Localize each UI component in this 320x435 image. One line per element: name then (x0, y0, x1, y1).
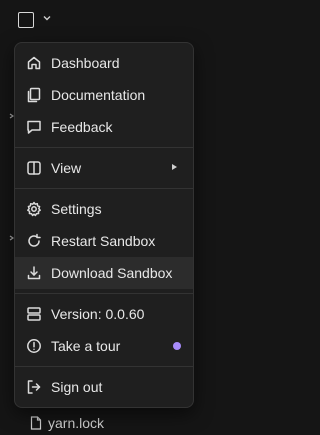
menu-item-take-a-tour[interactable]: Take a tour (15, 330, 193, 362)
menu-item-settings[interactable]: Settings (15, 193, 193, 225)
split-view-icon (25, 159, 43, 177)
menu-item-label: Download Sandbox (51, 265, 173, 281)
file-icon (30, 416, 42, 430)
menu-item-label: Documentation (51, 87, 146, 103)
menu-item-restart-sandbox[interactable]: Restart Sandbox (15, 225, 193, 257)
file-name: yarn.lock (48, 415, 105, 431)
menu-divider (15, 293, 193, 294)
new-indicator-dot (173, 342, 181, 350)
gear-icon (25, 200, 43, 218)
menu-item-label: View (51, 160, 82, 176)
menu-item-documentation[interactable]: Documentation (15, 79, 193, 111)
menu-item-download-sandbox[interactable]: Download Sandbox (15, 257, 193, 289)
menu-item-label: Dashboard (51, 55, 120, 71)
sign-out-icon (25, 378, 43, 396)
menu-item-label: Take a tour (51, 338, 121, 354)
chevron-down-icon[interactable] (42, 13, 52, 23)
menu-item-label: Settings (51, 201, 102, 217)
file-item-yarn-lock[interactable]: yarn.lock (30, 415, 104, 431)
menu-item-label: Sign out (51, 379, 103, 395)
version-label: Version: 0.0.60 (51, 306, 145, 322)
documentation-icon (25, 86, 43, 104)
menu-item-label: Feedback (51, 119, 113, 135)
menu-item-dashboard[interactable]: Dashboard (15, 47, 193, 79)
main-menu: Dashboard Documentation Feedback View Se… (14, 42, 194, 408)
download-icon (25, 264, 43, 282)
menu-item-feedback[interactable]: Feedback (15, 111, 193, 143)
top-bar (0, 0, 240, 42)
restart-icon (25, 232, 43, 250)
app-logo-button[interactable] (18, 12, 34, 28)
menu-item-version: Version: 0.0.60 (15, 298, 193, 330)
home-icon (25, 54, 43, 72)
server-icon (25, 305, 43, 323)
menu-item-view[interactable]: View (15, 152, 193, 184)
menu-item-sign-out[interactable]: Sign out (15, 371, 193, 403)
menu-divider (15, 188, 193, 189)
menu-divider (15, 147, 193, 148)
alert-circle-icon (25, 337, 43, 355)
menu-item-label: Restart Sandbox (51, 233, 156, 249)
submenu-arrow-icon (172, 164, 177, 170)
menu-divider (15, 366, 193, 367)
chat-bubble-icon (25, 118, 43, 136)
